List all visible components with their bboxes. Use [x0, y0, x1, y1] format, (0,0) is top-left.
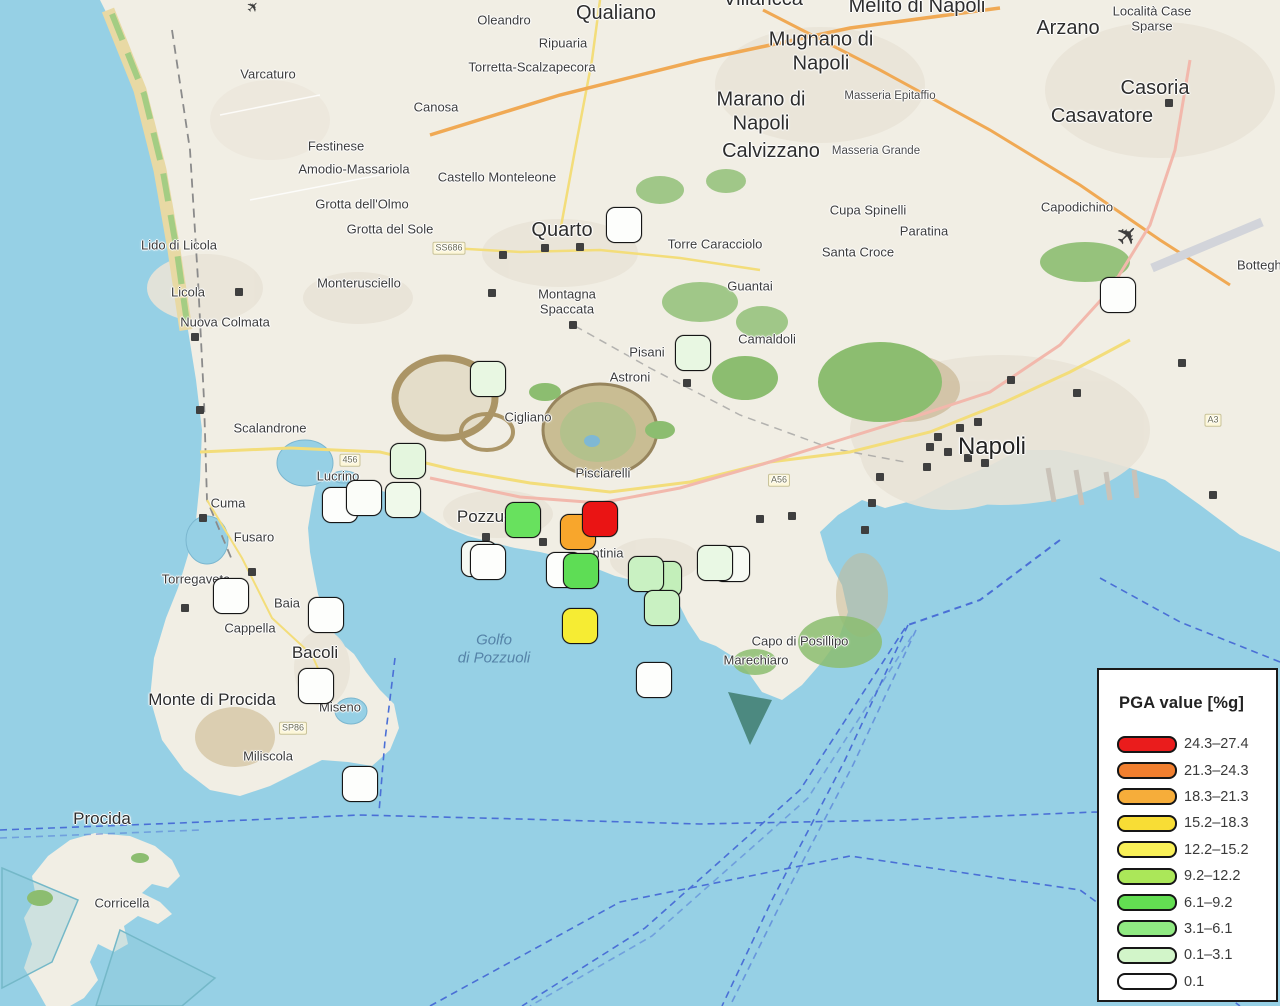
legend-item: 12.2–15.2	[1117, 837, 1276, 863]
legend-title: PGA value [%g]	[1119, 694, 1276, 713]
pga-marker[interactable]	[346, 480, 382, 516]
pga-marker[interactable]	[505, 502, 541, 538]
legend-swatch	[1117, 815, 1177, 832]
map-canvas[interactable]: Melito di NapoliVillariccaQualianoOleand…	[0, 0, 1280, 1006]
pga-marker[interactable]	[1100, 277, 1136, 313]
legend-item: 24.3–27.4	[1117, 731, 1276, 757]
pga-marker[interactable]	[470, 544, 506, 580]
pga-marker[interactable]	[390, 443, 426, 479]
pga-marker[interactable]	[213, 578, 249, 614]
legend-swatch	[1117, 736, 1177, 753]
pga-marker[interactable]	[582, 501, 618, 537]
legend-range-label: 6.1–9.2	[1184, 895, 1232, 911]
legend-swatch	[1117, 788, 1177, 805]
legend-range-label: 9.2–12.2	[1184, 868, 1240, 884]
pga-marker[interactable]	[470, 361, 506, 397]
legend-range-label: 24.3–27.4	[1184, 736, 1249, 752]
legend-range-label: 18.3–21.3	[1184, 789, 1249, 805]
pga-marker[interactable]	[675, 335, 711, 371]
legend-swatch	[1117, 841, 1177, 858]
legend-item: 6.1–9.2	[1117, 889, 1276, 915]
legend-swatch	[1117, 920, 1177, 937]
pga-marker[interactable]	[563, 553, 599, 589]
pga-marker[interactable]	[644, 590, 680, 626]
pga-marker[interactable]	[606, 207, 642, 243]
legend-item: 21.3–24.3	[1117, 757, 1276, 783]
legend-range-label: 21.3–24.3	[1184, 763, 1249, 779]
legend-range-label: 3.1–6.1	[1184, 921, 1232, 937]
legend-swatch	[1117, 894, 1177, 911]
legend-range-label: 15.2–18.3	[1184, 815, 1249, 831]
legend-item: 0.1	[1117, 969, 1276, 995]
legend-item: 15.2–18.3	[1117, 810, 1276, 836]
legend-range-label: 12.2–15.2	[1184, 842, 1249, 858]
legend-item: 3.1–6.1	[1117, 916, 1276, 942]
legend-range-label: 0.1–3.1	[1184, 947, 1232, 963]
legend-item: 0.1–3.1	[1117, 942, 1276, 968]
legend-range-label: 0.1	[1184, 974, 1204, 990]
pga-marker[interactable]	[308, 597, 344, 633]
pga-marker[interactable]	[298, 668, 334, 704]
pga-marker[interactable]	[628, 556, 664, 592]
legend-item: 9.2–12.2	[1117, 863, 1276, 889]
pga-marker[interactable]	[385, 482, 421, 518]
legend-swatch	[1117, 868, 1177, 885]
pga-legend: PGA value [%g] 24.3–27.4 21.3–24.3 18.3–21…	[1097, 668, 1278, 1002]
legend-swatch	[1117, 762, 1177, 779]
pga-marker[interactable]	[697, 545, 733, 581]
pga-marker[interactable]	[342, 766, 378, 802]
legend-list: 24.3–27.4 21.3–24.3 18.3–21.3 15.2–18.3 12.2…	[1117, 731, 1276, 995]
pga-marker[interactable]	[636, 662, 672, 698]
legend-swatch	[1117, 947, 1177, 964]
legend-swatch	[1117, 973, 1177, 990]
legend-item: 18.3–21.3	[1117, 784, 1276, 810]
pga-marker[interactable]	[562, 608, 598, 644]
pga-markers-layer	[0, 0, 1280, 1006]
